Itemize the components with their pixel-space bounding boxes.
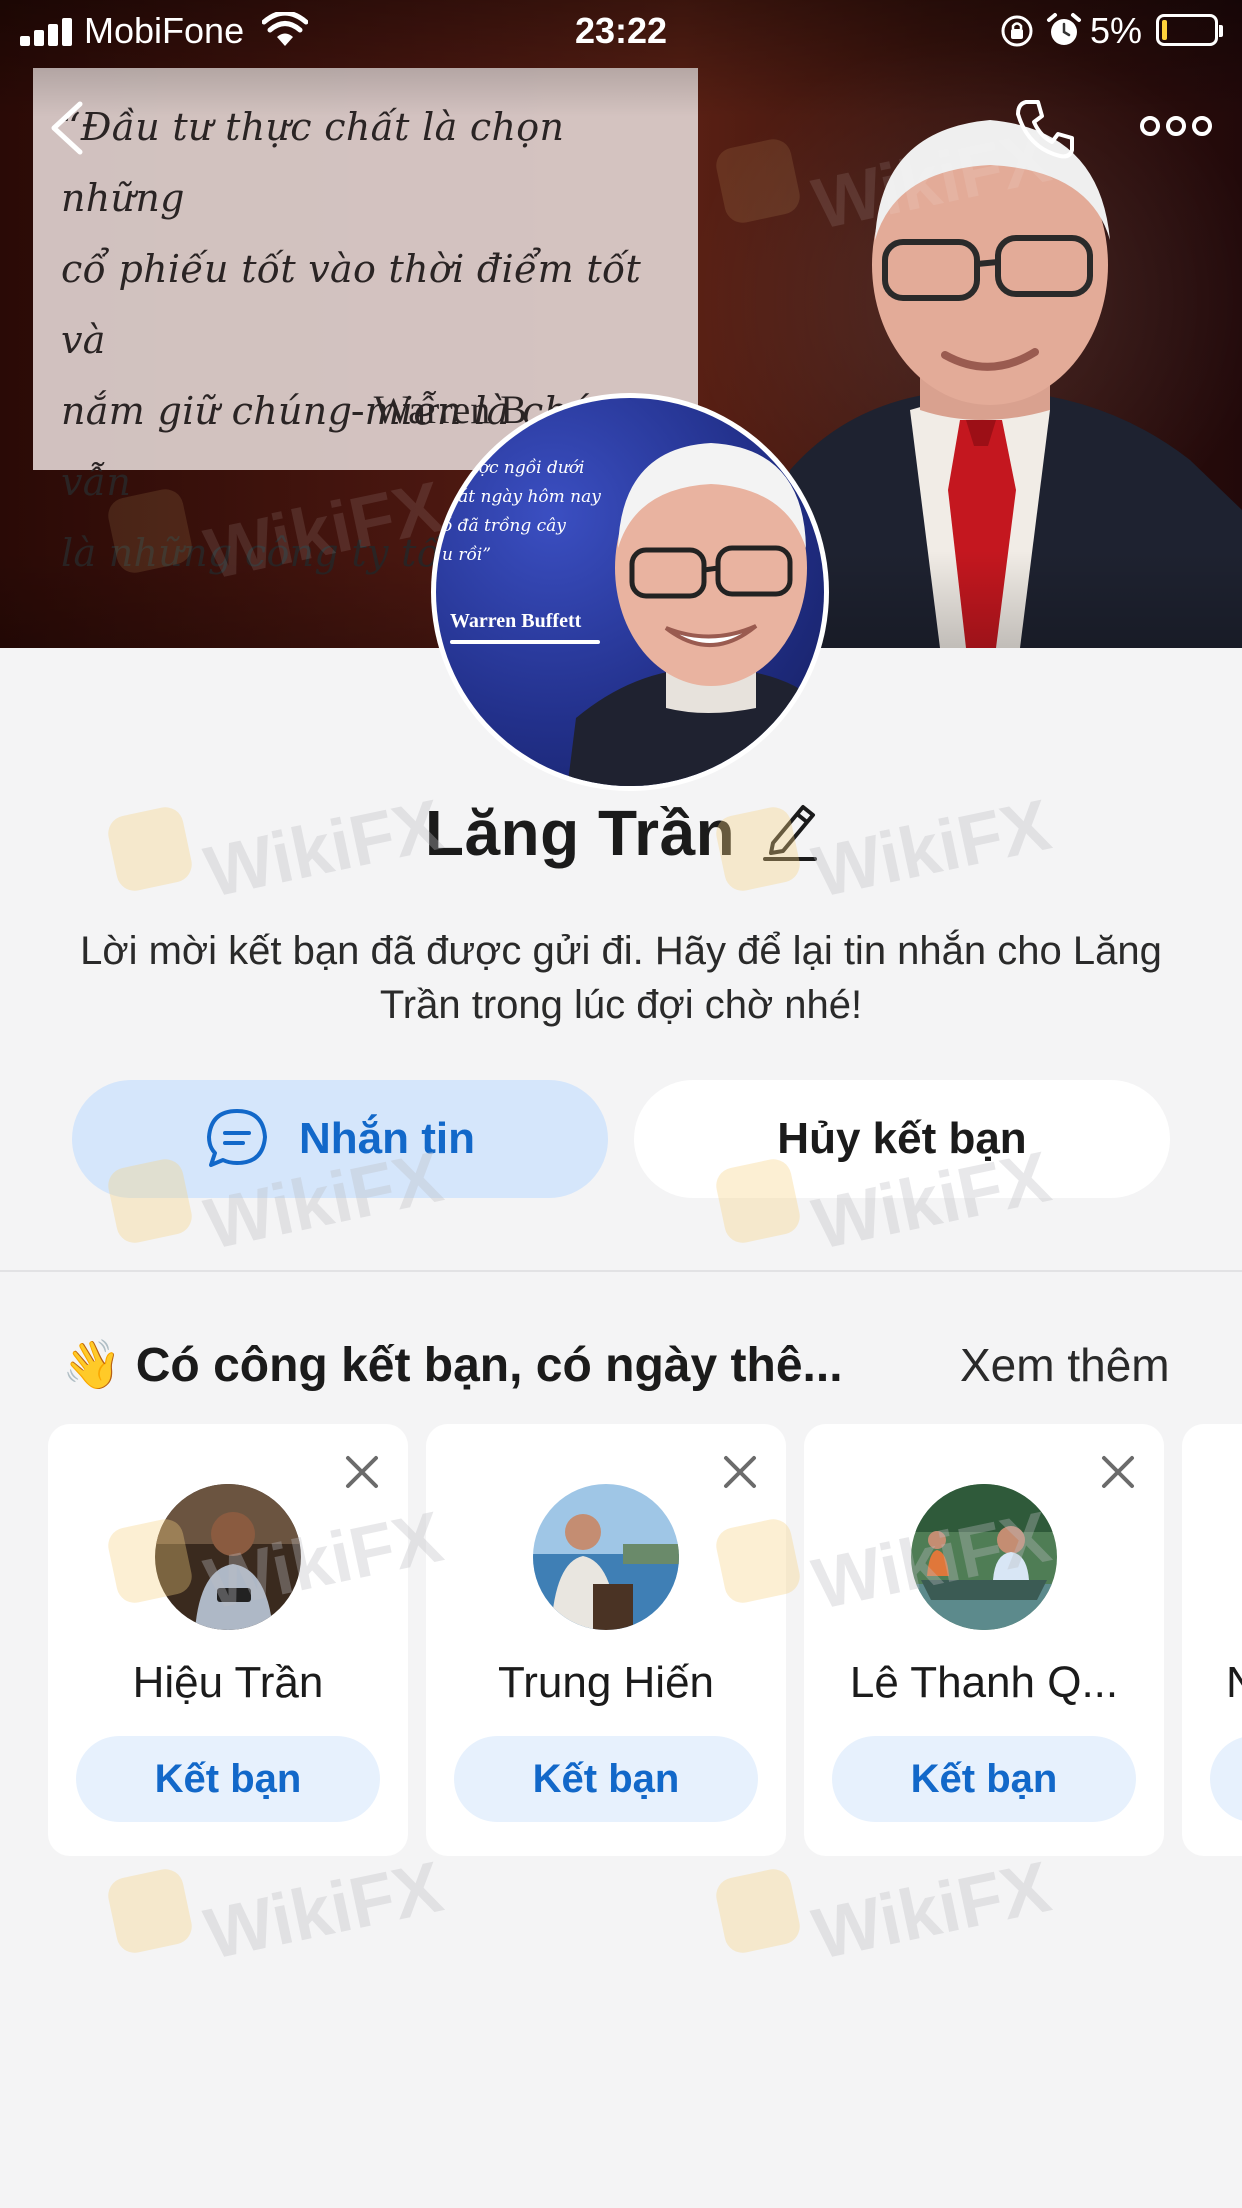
suggestion-cards: Hiệu Trần Kết bạn Trung Hiến Kết bạn Lê … [0,1424,1242,1856]
watermark: WikiFX [104,1847,449,1975]
battery-percent: 5% [1090,10,1143,51]
pencil-edit-icon[interactable] [763,799,818,861]
suggestion-name: N [1226,1658,1242,1707]
cancel-friend-button[interactable]: Hủy kết bạn [634,1080,1170,1198]
suggestion-card[interactable]: Trung Hiến Kết bạn [426,1424,786,1856]
friend-request-info: Lời mời kết bạn đã được gửi đi. Hãy để l… [80,929,1162,1027]
suggestion-name: Trung Hiến [497,1658,715,1707]
avatar[interactable] [911,1484,1057,1630]
watermark: WikiFX [712,1847,1057,1975]
suggestions-title: 👋 Có công kết bạn, có ngày thê... [62,1336,843,1393]
profile-name-row: Lăng Trần [0,796,1242,870]
profile-name: Lăng Trần [424,797,736,869]
wikifx-logo-icon [712,1865,804,1957]
waving-hand-icon: 👋 [62,1339,122,1392]
suggestions-title-text: Có công kết bạn, có ngày thê... [135,1339,843,1392]
section-divider [0,1270,1242,1272]
battery-icon [1156,14,1223,46]
phone-icon[interactable] [1012,96,1078,162]
chat-bubble-icon [207,1109,267,1167]
avatar[interactable] [155,1484,301,1630]
cover-quote-author: - Warren B [351,387,527,432]
rotation-lock-icon [1001,15,1033,47]
wikifx-logo-icon [104,1865,196,1957]
suggestion-card[interactable]: Lê Thanh Q... Kết bạn [804,1424,1164,1856]
more-horizontal-icon[interactable] [1140,108,1212,144]
profile-avatar[interactable]: c được ngồi dưới mát ngày hôm nay ó đã t… [431,393,829,791]
suggestion-card[interactable]: Hiệu Trần Kết bạn [48,1424,408,1856]
alarm-icon [1047,13,1081,45]
avatar-person-illustration [567,443,824,786]
add-friend-button[interactable] [1210,1736,1242,1822]
close-icon[interactable] [722,1454,758,1490]
cancel-friend-label: Hủy kết bạn [777,1114,1027,1163]
suggestion-name: Lê Thanh Q... [849,1658,1119,1707]
add-friend-button[interactable]: Kết bạn [832,1736,1136,1822]
message-button-label: Nhắn tin [299,1114,475,1163]
suggestion-card[interactable]: N [1182,1424,1242,1856]
avatar-quote-author: Warren Buffett [450,610,582,632]
add-friend-button[interactable]: Kết bạn [76,1736,380,1822]
suggestion-name: Hiệu Trần [132,1658,324,1707]
avatar-image: c được ngồi dưới mát ngày hôm nay ó đã t… [436,398,824,786]
see-more-link[interactable]: Xem thêm [960,1338,1170,1392]
add-friend-button[interactable]: Kết bạn [454,1736,758,1822]
close-icon[interactable] [1100,1454,1136,1490]
close-icon[interactable] [344,1454,380,1490]
status-bar: MobiFone 23:22 5% [0,0,1242,62]
avatar[interactable] [533,1484,679,1630]
chevron-left-icon[interactable] [44,98,88,158]
message-button[interactable]: Nhắn tin [72,1080,608,1198]
